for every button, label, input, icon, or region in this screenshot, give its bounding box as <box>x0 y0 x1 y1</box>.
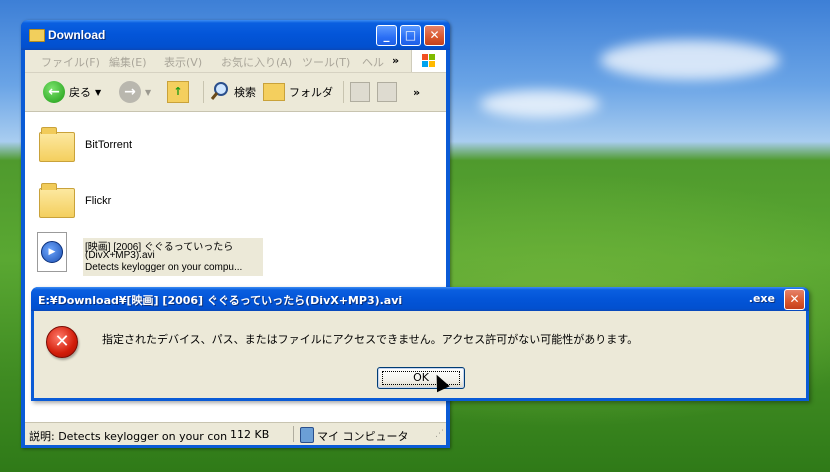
windows-logo-icon <box>411 50 446 72</box>
menu-file[interactable]: ファイル(F) <box>41 54 100 70</box>
dialog-message: 指定されたデバイス、パス、またはファイルにアクセスできません。アクセス許可がない… <box>102 333 639 346</box>
back-arrow-icon: ← <box>43 81 65 103</box>
menu-help[interactable]: ヘル <box>362 54 384 70</box>
dialog-title: E:¥Download¥[映画] [2006] ぐぐるっていったら(DivX+M… <box>38 294 403 307</box>
status-divider <box>293 426 294 442</box>
status-zone: マイ コンピュータ <box>317 430 409 443</box>
dialog-titlebar[interactable]: E:¥Download¥[映画] [2006] ぐぐるっていったら(DivX+M… <box>31 287 809 311</box>
back-dropdown-icon[interactable]: ▼ <box>95 88 101 97</box>
forward-dropdown-icon[interactable]: ▼ <box>145 88 151 97</box>
folders-icon <box>263 83 285 101</box>
status-bar: 説明: Detects keylogger on your con 112 KB… <box>25 422 446 445</box>
copy-to-icon <box>377 82 397 102</box>
back-button[interactable]: ← 戻る ▼ <box>43 81 101 103</box>
resize-grip-icon[interactable]: ⋰ <box>435 429 444 439</box>
forward-button[interactable]: → ▼ <box>119 81 151 103</box>
menu-tools[interactable]: ツール(T) <box>302 54 350 70</box>
folder-icon <box>29 29 45 42</box>
toolbar-more-chevron[interactable]: » <box>413 81 420 103</box>
close-button[interactable]: ✕ <box>424 25 445 46</box>
dialog-body: ✕ 指定されたデバイス、パス、またはファイルにアクセスできません。アクセス許可が… <box>34 311 806 398</box>
folders-button[interactable]: フォルダ <box>263 81 333 103</box>
error-dialog: E:¥Download¥[映画] [2006] ぐぐるっていったら(DivX+M… <box>31 287 809 401</box>
cloud <box>600 40 780 80</box>
menu-view[interactable]: 表示(V) <box>164 54 202 70</box>
dialog-close-button[interactable]: ✕ <box>784 289 805 310</box>
media-player-icon: ▶ <box>41 241 63 263</box>
back-label: 戻る <box>69 86 91 99</box>
folder-name-bittorrent[interactable]: BitTorrent <box>85 139 132 151</box>
menu-bar: ファイル(F) 編集(E) 表示(V) お気に入り(A) ツール(T) ヘル » <box>25 50 446 73</box>
copy-to-button[interactable] <box>377 81 397 103</box>
avi-file-name-line2: (DivX+MP3).avi <box>85 250 155 261</box>
avi-file-item[interactable]: [映画] [2006] ぐぐるっていったら (DivX+MP3).avi Det… <box>83 238 263 276</box>
folder-name-flickr[interactable]: Flickr <box>85 195 111 207</box>
ok-button[interactable]: OK <box>377 367 465 389</box>
search-button[interactable]: 検索 <box>203 81 256 103</box>
forward-arrow-icon: → <box>119 81 141 103</box>
dialog-title-extension: .exe <box>748 292 775 305</box>
minimize-button[interactable]: _ <box>376 25 397 46</box>
menu-more-chevron[interactable]: » <box>392 54 399 67</box>
maximize-button[interactable]: □ <box>400 25 421 46</box>
my-computer-icon <box>300 427 314 443</box>
up-folder-button[interactable]: ↑ <box>167 81 189 103</box>
move-to-button[interactable] <box>343 81 370 103</box>
cloud <box>480 90 600 118</box>
menu-favorites[interactable]: お気に入り(A) <box>221 54 292 70</box>
explorer-titlebar[interactable]: Download _ □ ✕ <box>21 20 450 50</box>
folder-icon[interactable] <box>39 183 75 218</box>
avi-file-description: Detects keylogger on your compu... <box>85 262 243 273</box>
move-to-icon <box>350 82 370 102</box>
folders-label: フォルダ <box>289 86 333 99</box>
window-title: Download <box>48 28 106 42</box>
up-folder-icon: ↑ <box>167 81 189 103</box>
status-size: 112 KB <box>230 428 270 441</box>
avi-file-icon[interactable]: ▶ <box>37 232 67 272</box>
toolbar: ← 戻る ▼ → ▼ ↑ 検索 フォルダ » <box>25 73 446 112</box>
error-icon: ✕ <box>46 326 78 358</box>
folder-icon[interactable] <box>39 127 75 162</box>
search-icon <box>210 81 230 104</box>
menu-edit[interactable]: 編集(E) <box>109 54 147 70</box>
search-label: 検索 <box>234 86 256 99</box>
status-description: 説明: Detects keylogger on your con <box>29 430 228 443</box>
